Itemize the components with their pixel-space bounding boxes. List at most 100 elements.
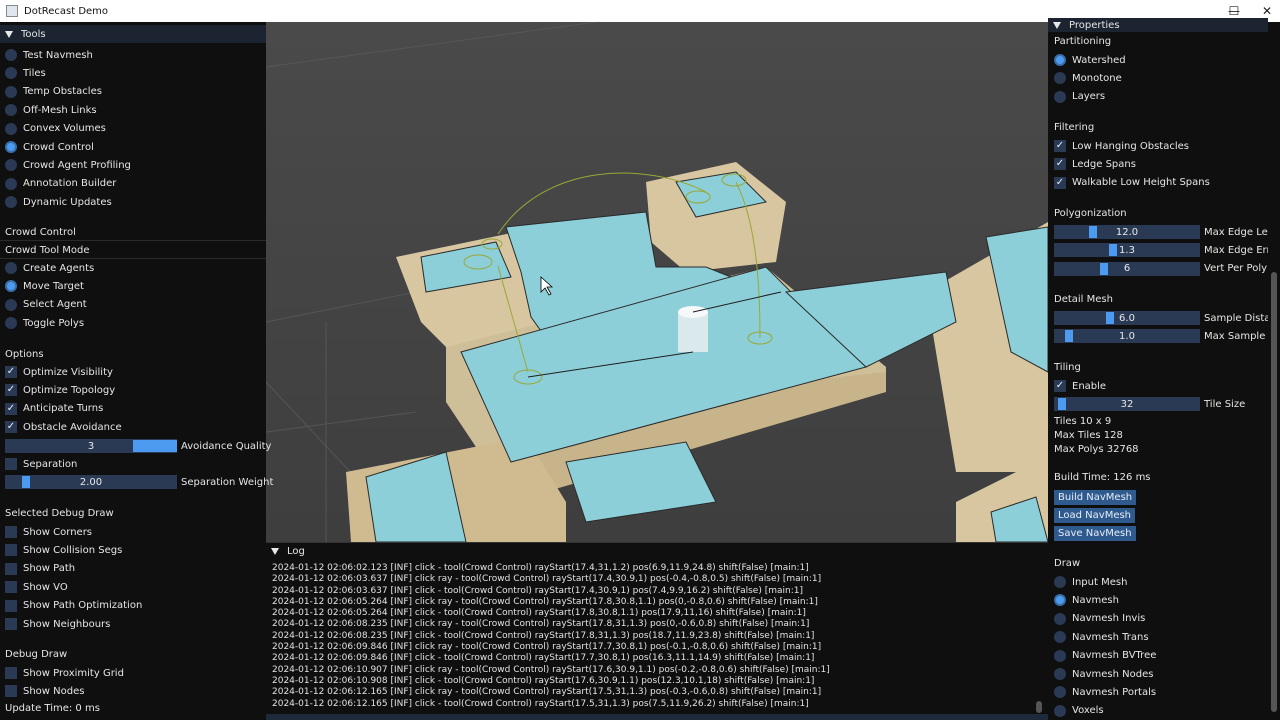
radio-button[interactable] [5, 280, 17, 293]
checkbox[interactable] [5, 599, 17, 612]
tool-convex-volumes[interactable]: Convex Volumes [5, 120, 106, 138]
debugdraw-show-nodes[interactable]: Show Nodes [5, 682, 84, 700]
option-obstacle-avoidance[interactable]: ✓ Obstacle Avoidance [5, 418, 122, 436]
checkbox[interactable] [5, 562, 17, 575]
tools-header[interactable]: Tools [0, 25, 266, 43]
radio-button[interactable] [5, 85, 17, 98]
radio-button[interactable] [1054, 54, 1066, 66]
debug-show-path-optimization[interactable]: Show Path Optimization [5, 597, 142, 615]
mode-move-target[interactable]: Move Target [5, 277, 84, 295]
checkbox[interactable]: ✓ [5, 384, 17, 397]
filter-low-hanging-obstacles-label: Low Hanging Obstacles [1072, 140, 1189, 152]
checkbox[interactable] [5, 544, 17, 557]
tool-annotation-builder[interactable]: Annotation Builder [5, 175, 116, 193]
tiling-enable-checkbox[interactable]: ✓ [1054, 380, 1066, 392]
option-optimize-visibility[interactable]: ✓ Optimize Visibility [5, 363, 113, 381]
draw-navmesh-bvtree[interactable]: Navmesh BVTree [1054, 647, 1156, 665]
draw-navmesh-nodes[interactable]: Navmesh Nodes [1054, 665, 1153, 683]
build-navmesh-button[interactable]: Build NavMesh [1054, 489, 1137, 505]
properties-scrollbar[interactable] [1268, 22, 1280, 720]
radio-button[interactable] [1054, 686, 1066, 699]
tool-off-mesh-links[interactable]: Off-Mesh Links [5, 101, 97, 119]
radio-button[interactable] [1054, 631, 1066, 644]
radio-button[interactable] [1054, 704, 1066, 717]
log-header[interactable]: Log [266, 543, 1048, 559]
checkbox[interactable] [5, 685, 17, 698]
debug-show-vo[interactable]: Show VO [5, 578, 68, 596]
checkbox[interactable]: ✓ [5, 366, 17, 378]
tool-tiles[interactable]: Tiles [5, 64, 46, 82]
filter-low-hanging-obstacles[interactable]: ✓ Low Hanging Obstacles [1054, 137, 1189, 155]
radio-button[interactable] [5, 122, 17, 135]
checkbox[interactable] [5, 667, 17, 679]
debug-show-neighbours[interactable]: Show Neighbours [5, 615, 110, 633]
mode-toggle-polys[interactable]: Toggle Polys [5, 314, 84, 332]
option-optimize-topology[interactable]: ✓ Optimize Topology [5, 381, 115, 399]
radio-button[interactable] [5, 317, 17, 330]
debug-show-path[interactable]: Show Path [5, 560, 75, 578]
mode-select-agent[interactable]: Select Agent [5, 296, 87, 314]
radio-button[interactable] [5, 141, 17, 153]
radio-button[interactable] [5, 49, 17, 61]
tiling-enable-row[interactable]: ✓ Enable [1054, 377, 1106, 395]
filter-ledge-spans[interactable]: ✓ Ledge Spans [1054, 155, 1136, 173]
3d-viewport[interactable] [266, 22, 1048, 542]
poly-max-edge-erro-slider[interactable]: 1.3 [1054, 243, 1200, 258]
tool-dynamic-updates[interactable]: Dynamic Updates [5, 193, 112, 211]
save-navmesh-button[interactable]: Save NavMesh [1054, 525, 1136, 541]
checkbox[interactable] [5, 618, 17, 630]
tool-crowd-agent-profiling[interactable]: Crowd Agent Profiling [5, 156, 131, 174]
poly-max-edge-len-slider[interactable]: 12.0 [1054, 225, 1200, 239]
draw-navmesh-portals[interactable]: Navmesh Portals [1054, 683, 1156, 701]
tile-size-slider[interactable]: 32 [1054, 397, 1200, 411]
draw-navmesh-invis[interactable]: Navmesh Invis [1054, 610, 1145, 628]
tool-temp-obstacles[interactable]: Temp Obstacles [5, 83, 102, 101]
properties-header[interactable]: Properties [1048, 18, 1268, 32]
radio-button[interactable] [1054, 576, 1066, 588]
radio-button[interactable] [1054, 612, 1066, 625]
separation-weight-slider[interactable]: 2.00 [5, 475, 177, 489]
radio-button[interactable] [5, 67, 17, 80]
detail-sample-distar-slider[interactable]: 6.0 [1054, 311, 1200, 325]
radio-button[interactable] [1054, 668, 1066, 680]
radio-button[interactable] [5, 177, 17, 190]
tool-crowd-control[interactable]: Crowd Control [5, 138, 94, 156]
draw-navmesh[interactable]: Navmesh [1054, 591, 1119, 609]
log-scrollbar[interactable] [1036, 563, 1042, 713]
radio-button[interactable] [1054, 72, 1066, 85]
checkbox[interactable] [5, 581, 17, 594]
load-navmesh-button[interactable]: Load NavMesh [1054, 507, 1136, 523]
option-anticipate-turns[interactable]: ✓ Anticipate Turns [5, 400, 103, 418]
poly-vert-per-poly-slider[interactable]: 6 [1054, 261, 1200, 276]
partition-monotone[interactable]: Monotone [1054, 69, 1122, 87]
checkbox[interactable]: ✓ [5, 421, 17, 434]
filter-walkable-low-height-spans[interactable]: ✓ Walkable Low Height Spans [1054, 174, 1210, 192]
radio-button[interactable] [1054, 649, 1066, 662]
separation-row[interactable]: Separation [5, 455, 77, 473]
checkbox[interactable]: ✓ [1054, 140, 1066, 152]
radio-button[interactable] [1054, 594, 1066, 607]
radio-button[interactable] [5, 196, 17, 209]
radio-button[interactable] [5, 104, 17, 117]
tool-test-navmesh[interactable]: Test Navmesh [5, 46, 93, 64]
partition-watershed[interactable]: Watershed [1054, 51, 1126, 69]
avoidance-quality-slider[interactable]: 3 [5, 439, 177, 453]
detail-max-sample-e-slider[interactable]: 1.0 [1054, 329, 1200, 344]
draw-voxels[interactable]: Voxels [1054, 702, 1104, 720]
separation-checkbox[interactable] [5, 458, 17, 470]
mode-create-agents[interactable]: Create Agents [5, 259, 94, 277]
debug-show-corners[interactable]: Show Corners [5, 523, 92, 541]
radio-button[interactable] [5, 159, 17, 172]
debug-show-collision-segs[interactable]: Show Collision Segs [5, 541, 122, 559]
radio-button[interactable] [1054, 90, 1066, 103]
checkbox[interactable]: ✓ [1054, 176, 1066, 189]
draw-input-mesh[interactable]: Input Mesh [1054, 573, 1127, 591]
checkbox[interactable]: ✓ [1054, 158, 1066, 171]
checkbox[interactable]: ✓ [5, 402, 17, 415]
radio-button[interactable] [5, 298, 17, 311]
draw-navmesh-trans[interactable]: Navmesh Trans [1054, 628, 1149, 646]
partition-layers[interactable]: Layers [1054, 88, 1105, 106]
radio-button[interactable] [5, 262, 17, 274]
debugdraw-show-proximity-grid[interactable]: Show Proximity Grid [5, 664, 124, 682]
checkbox[interactable] [5, 526, 17, 538]
